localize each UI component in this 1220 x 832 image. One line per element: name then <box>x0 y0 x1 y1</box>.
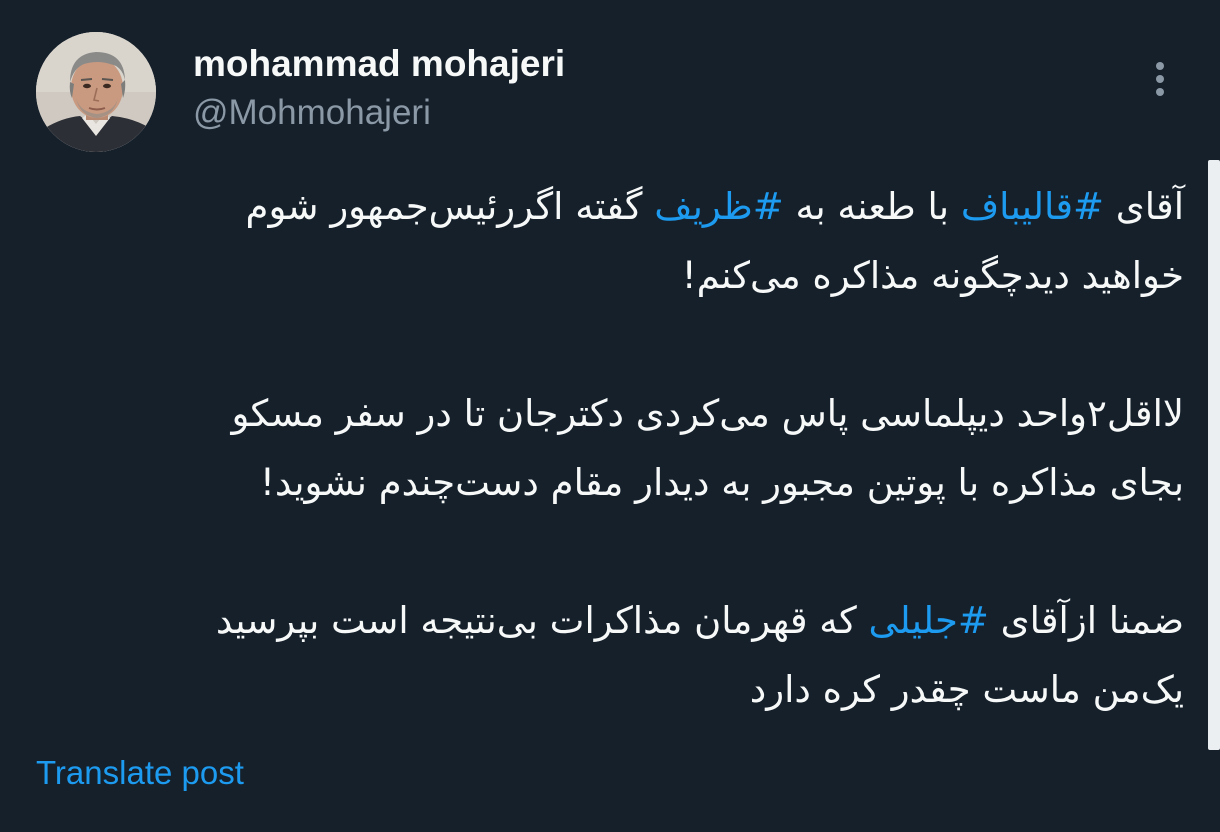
avatar[interactable] <box>36 32 156 152</box>
more-options-button[interactable] <box>1140 56 1180 102</box>
author-display-name[interactable]: mohammad mohajeri <box>193 40 565 88</box>
hashtag-link[interactable]: #قالیباف <box>961 185 1104 228</box>
tweet-text-segment: با طعنه به <box>783 185 961 228</box>
hashtag-link[interactable]: #جلیلی <box>868 599 988 642</box>
hashtag-link[interactable]: #ظریف <box>654 185 783 228</box>
tweet-line: بجای مذاکره با پوتین مجبور به دیدار مقام… <box>36 448 1184 517</box>
tweet-text-segment: گفته اگررئیس‌جمهور شوم <box>245 185 655 228</box>
tweet-line: خواهید دیدچگونه مذاکره می‌کنم! <box>36 241 1184 310</box>
tweet-card: mohammad mohajeri @Mohmohajeri آقای #قال… <box>0 0 1220 832</box>
tweet-text-segment: لااقل۲واحد دیپلماسی پاس می‌کردی دکترجان … <box>231 392 1184 435</box>
author-handle[interactable]: @Mohmohajeri <box>193 90 431 136</box>
profile-photo-icon <box>36 32 156 152</box>
tweet-paragraph: آقای #قالیباف با طعنه به #ظریف گفته اگرر… <box>36 172 1184 310</box>
tweet-text-segment: بجای مذاکره با پوتین مجبور به دیدار مقام… <box>259 461 1184 504</box>
tweet-text-segment: که قهرمان مذاکرات بی‌نتیجه است بپرسید <box>215 599 869 642</box>
translate-post-link[interactable]: Translate post <box>36 750 244 796</box>
tweet-line: یک‌من ماست چقدر کره دارد <box>36 655 1184 724</box>
tweet-text-segment: خواهید دیدچگونه مذاکره می‌کنم! <box>681 254 1184 297</box>
tweet-paragraph: ضمنا ازآقای #جلیلی که قهرمان مذاکرات بی‌… <box>36 586 1184 724</box>
tweet-line: ضمنا ازآقای #جلیلی که قهرمان مذاکرات بی‌… <box>36 586 1184 655</box>
tweet-text-segment: یک‌من ماست چقدر کره دارد <box>749 668 1184 711</box>
tweet-line: آقای #قالیباف با طعنه به #ظریف گفته اگرر… <box>36 172 1184 241</box>
tweet-text: آقای #قالیباف با طعنه به #ظریف گفته اگرر… <box>36 172 1184 724</box>
scrollbar[interactable] <box>1208 160 1220 750</box>
tweet-paragraph: لااقل۲واحد دیپلماسی پاس می‌کردی دکترجان … <box>36 379 1184 517</box>
tweet-line: لااقل۲واحد دیپلماسی پاس می‌کردی دکترجان … <box>36 379 1184 448</box>
tweet-text-segment: آقای <box>1104 185 1184 228</box>
tweet-text-segment: ضمنا ازآقای <box>988 599 1184 642</box>
